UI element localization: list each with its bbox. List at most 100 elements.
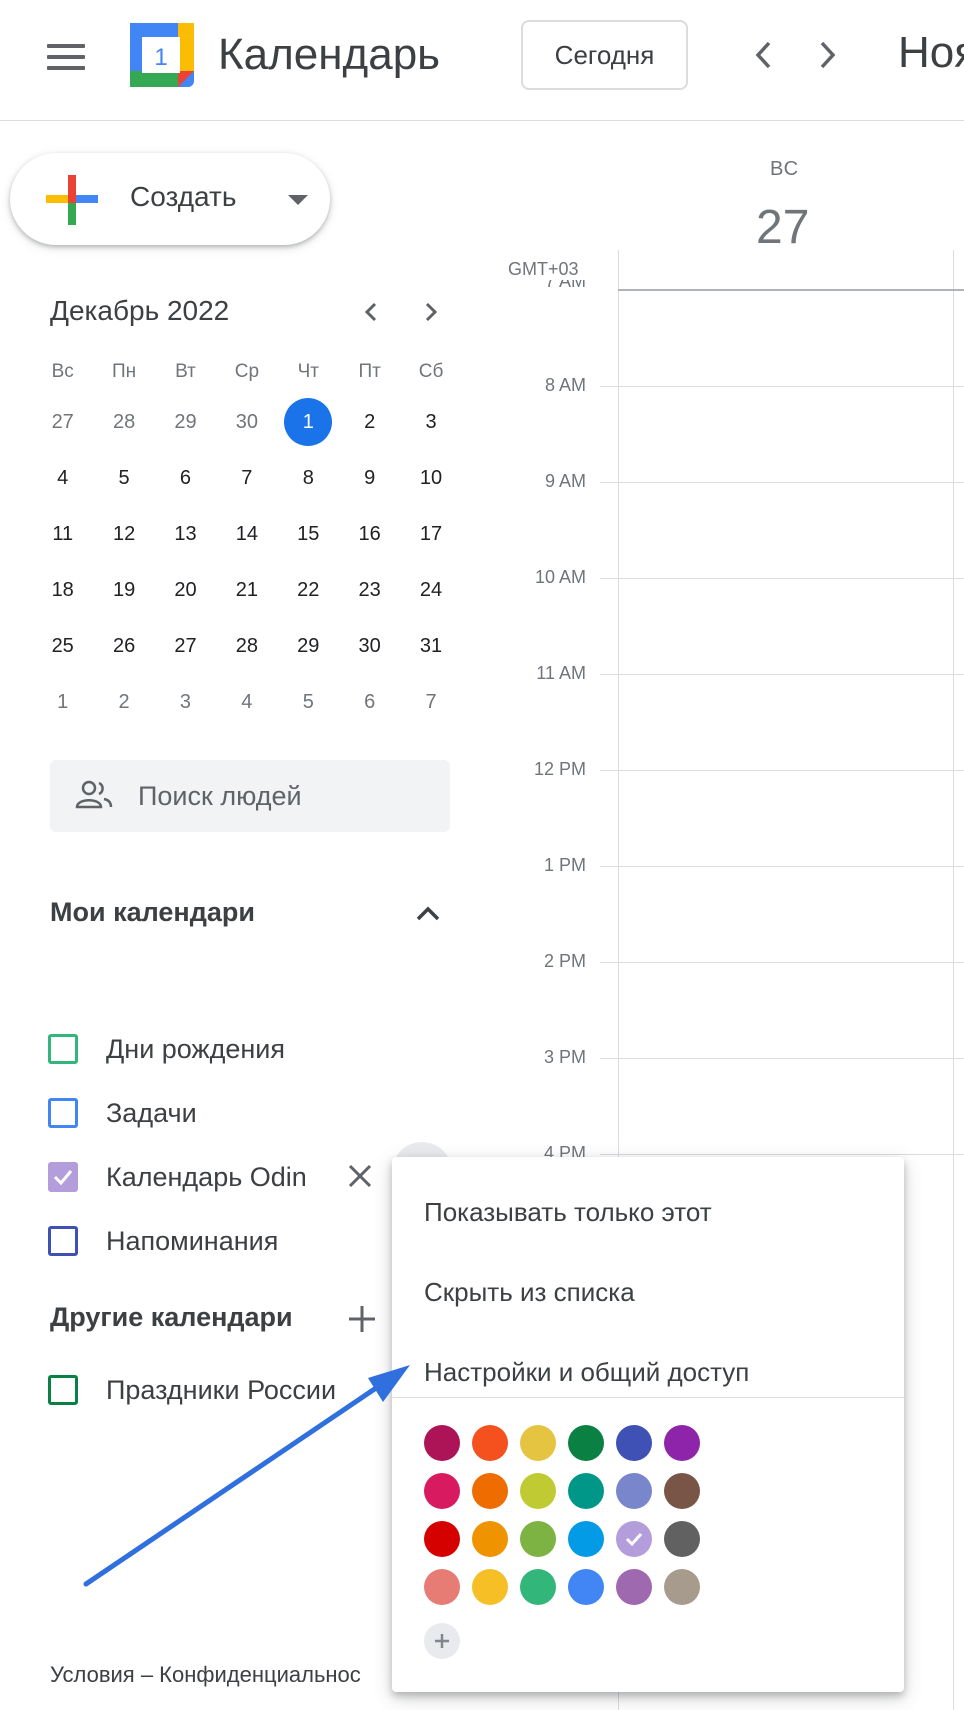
color-swatch[interactable] <box>472 1425 508 1461</box>
color-swatch[interactable] <box>568 1521 604 1557</box>
color-swatch[interactable] <box>664 1569 700 1605</box>
timezone-label: GMT+03 <box>508 259 579 279</box>
mini-calendar-day[interactable]: 11 <box>32 523 93 546</box>
day-number[interactable]: 27 <box>756 200 809 255</box>
mini-calendar-day[interactable]: 9 <box>339 467 400 490</box>
mini-calendar-day[interactable]: 28 <box>216 635 277 658</box>
calendar-checkbox[interactable] <box>48 1162 78 1192</box>
mini-calendar-day[interactable]: 24 <box>400 579 461 602</box>
mini-calendar-day[interactable]: 1 <box>32 691 93 714</box>
calendar-checkbox[interactable] <box>48 1098 78 1128</box>
mini-calendar-day[interactable]: 21 <box>216 579 277 602</box>
menu-item-hide-from-list[interactable]: Скрыть из списка <box>424 1277 635 1308</box>
mini-calendar-day[interactable]: 2 <box>339 411 400 434</box>
create-button[interactable]: Создать <box>10 153 330 245</box>
mini-calendar-day[interactable]: 4 <box>32 467 93 490</box>
day-label: 25 <box>51 634 74 657</box>
color-swatch[interactable] <box>472 1569 508 1605</box>
calendar-checkbox[interactable] <box>48 1034 78 1064</box>
mini-calendar-day[interactable]: 3 <box>155 691 216 714</box>
next-period-icon[interactable] <box>808 36 846 74</box>
mini-calendar-day[interactable]: 19 <box>93 579 154 602</box>
color-swatch[interactable] <box>424 1425 460 1461</box>
mini-calendar-day[interactable]: 6 <box>155 467 216 490</box>
mini-calendar-week: 1 2 3 4 5 6 7 <box>32 674 462 730</box>
mini-calendar-day[interactable]: 4 <box>216 691 277 714</box>
color-swatch[interactable] <box>568 1473 604 1509</box>
other-calendars-title[interactable]: Другие календари <box>50 1302 293 1333</box>
mini-calendar-day[interactable]: 18 <box>32 579 93 602</box>
color-swatch[interactable] <box>568 1425 604 1461</box>
color-swatch[interactable] <box>520 1425 556 1461</box>
close-icon[interactable] <box>344 1160 376 1192</box>
calendar-checkbox[interactable] <box>48 1375 78 1405</box>
day-label: 16 <box>358 522 381 545</box>
today-button[interactable]: Сегодня <box>521 20 688 90</box>
mini-calendar-day[interactable]: 16 <box>339 523 400 546</box>
mini-calendar-title: Декабрь 2022 <box>50 295 230 326</box>
mini-calendar-day[interactable]: 26 <box>93 635 154 658</box>
mini-prev-month-icon[interactable] <box>355 296 387 328</box>
mini-calendar-day[interactable]: 2 <box>93 691 154 714</box>
mini-calendar-day[interactable]: 1 <box>278 398 339 446</box>
mini-calendar-day[interactable]: 8 <box>278 467 339 490</box>
mini-calendar-day[interactable]: 28 <box>93 411 154 434</box>
menu-item-show-only-this[interactable]: Показывать только этот <box>424 1197 712 1228</box>
mini-calendar-day[interactable]: 29 <box>278 635 339 658</box>
mini-calendar-day[interactable]: 17 <box>400 523 461 546</box>
add-custom-color-icon[interactable] <box>424 1623 460 1659</box>
prev-period-icon[interactable] <box>745 36 783 74</box>
color-swatch[interactable] <box>616 1569 652 1605</box>
people-search-input[interactable]: Поиск людей <box>50 760 450 832</box>
day-label: 7 <box>241 466 253 489</box>
mini-calendar-day[interactable]: 22 <box>278 579 339 602</box>
day-label: 12 <box>112 522 136 545</box>
color-swatch[interactable] <box>616 1473 652 1509</box>
color-swatch[interactable] <box>664 1473 700 1509</box>
color-swatch[interactable] <box>664 1521 700 1557</box>
footer-links[interactable]: Условия – Конфиденциальнос <box>50 1662 361 1688</box>
mini-calendar-day[interactable]: 10 <box>400 467 461 490</box>
mini-calendar-day[interactable]: 6 <box>339 691 400 714</box>
mini-calendar-day[interactable]: 27 <box>155 635 216 658</box>
color-swatch[interactable] <box>616 1521 652 1557</box>
my-calendars-title[interactable]: Мои календари <box>50 897 255 928</box>
mini-calendar-day[interactable]: 7 <box>216 467 277 490</box>
mini-calendar-day[interactable]: 27 <box>32 411 93 434</box>
color-swatch[interactable] <box>664 1425 700 1461</box>
day-label: 27 <box>51 410 74 433</box>
color-swatch[interactable] <box>472 1473 508 1509</box>
mini-calendar-day[interactable]: 31 <box>400 635 461 658</box>
mini-calendar-day[interactable]: 30 <box>339 635 400 658</box>
color-swatch[interactable] <box>520 1569 556 1605</box>
color-swatch[interactable] <box>472 1521 508 1557</box>
mini-calendar-day[interactable]: 13 <box>155 523 216 546</box>
add-icon[interactable] <box>345 1302 379 1336</box>
color-swatch[interactable] <box>520 1521 556 1557</box>
chevron-up-icon[interactable] <box>412 898 444 930</box>
mini-calendar-day[interactable]: 14 <box>216 523 277 546</box>
mini-calendar-day[interactable]: 23 <box>339 579 400 602</box>
mini-calendar-day[interactable]: 3 <box>400 411 461 434</box>
calendar-checkbox[interactable] <box>48 1226 78 1256</box>
mini-calendar-day[interactable]: 5 <box>93 467 154 490</box>
caret-down-icon[interactable] <box>288 195 308 205</box>
color-swatch[interactable] <box>424 1569 460 1605</box>
app-title: Календарь <box>218 30 441 79</box>
color-swatch[interactable] <box>424 1521 460 1557</box>
color-swatch[interactable] <box>520 1473 556 1509</box>
color-swatch[interactable] <box>616 1425 652 1461</box>
mini-calendar-day[interactable]: 15 <box>278 523 339 546</box>
mini-calendar-day[interactable]: 25 <box>32 635 93 658</box>
mini-calendar-day[interactable]: 20 <box>155 579 216 602</box>
mini-calendar-day[interactable]: 7 <box>400 691 461 714</box>
mini-calendar-day[interactable]: 5 <box>278 691 339 714</box>
menu-item-settings-and-sharing[interactable]: Настройки и общий доступ <box>424 1357 749 1388</box>
menu-icon[interactable] <box>47 44 85 70</box>
color-swatch[interactable] <box>568 1569 604 1605</box>
mini-calendar-day[interactable]: 29 <box>155 411 216 434</box>
mini-calendar-day[interactable]: 12 <box>93 523 154 546</box>
mini-next-month-icon[interactable] <box>415 296 447 328</box>
color-swatch[interactable] <box>424 1473 460 1509</box>
mini-calendar-day[interactable]: 30 <box>216 411 277 434</box>
